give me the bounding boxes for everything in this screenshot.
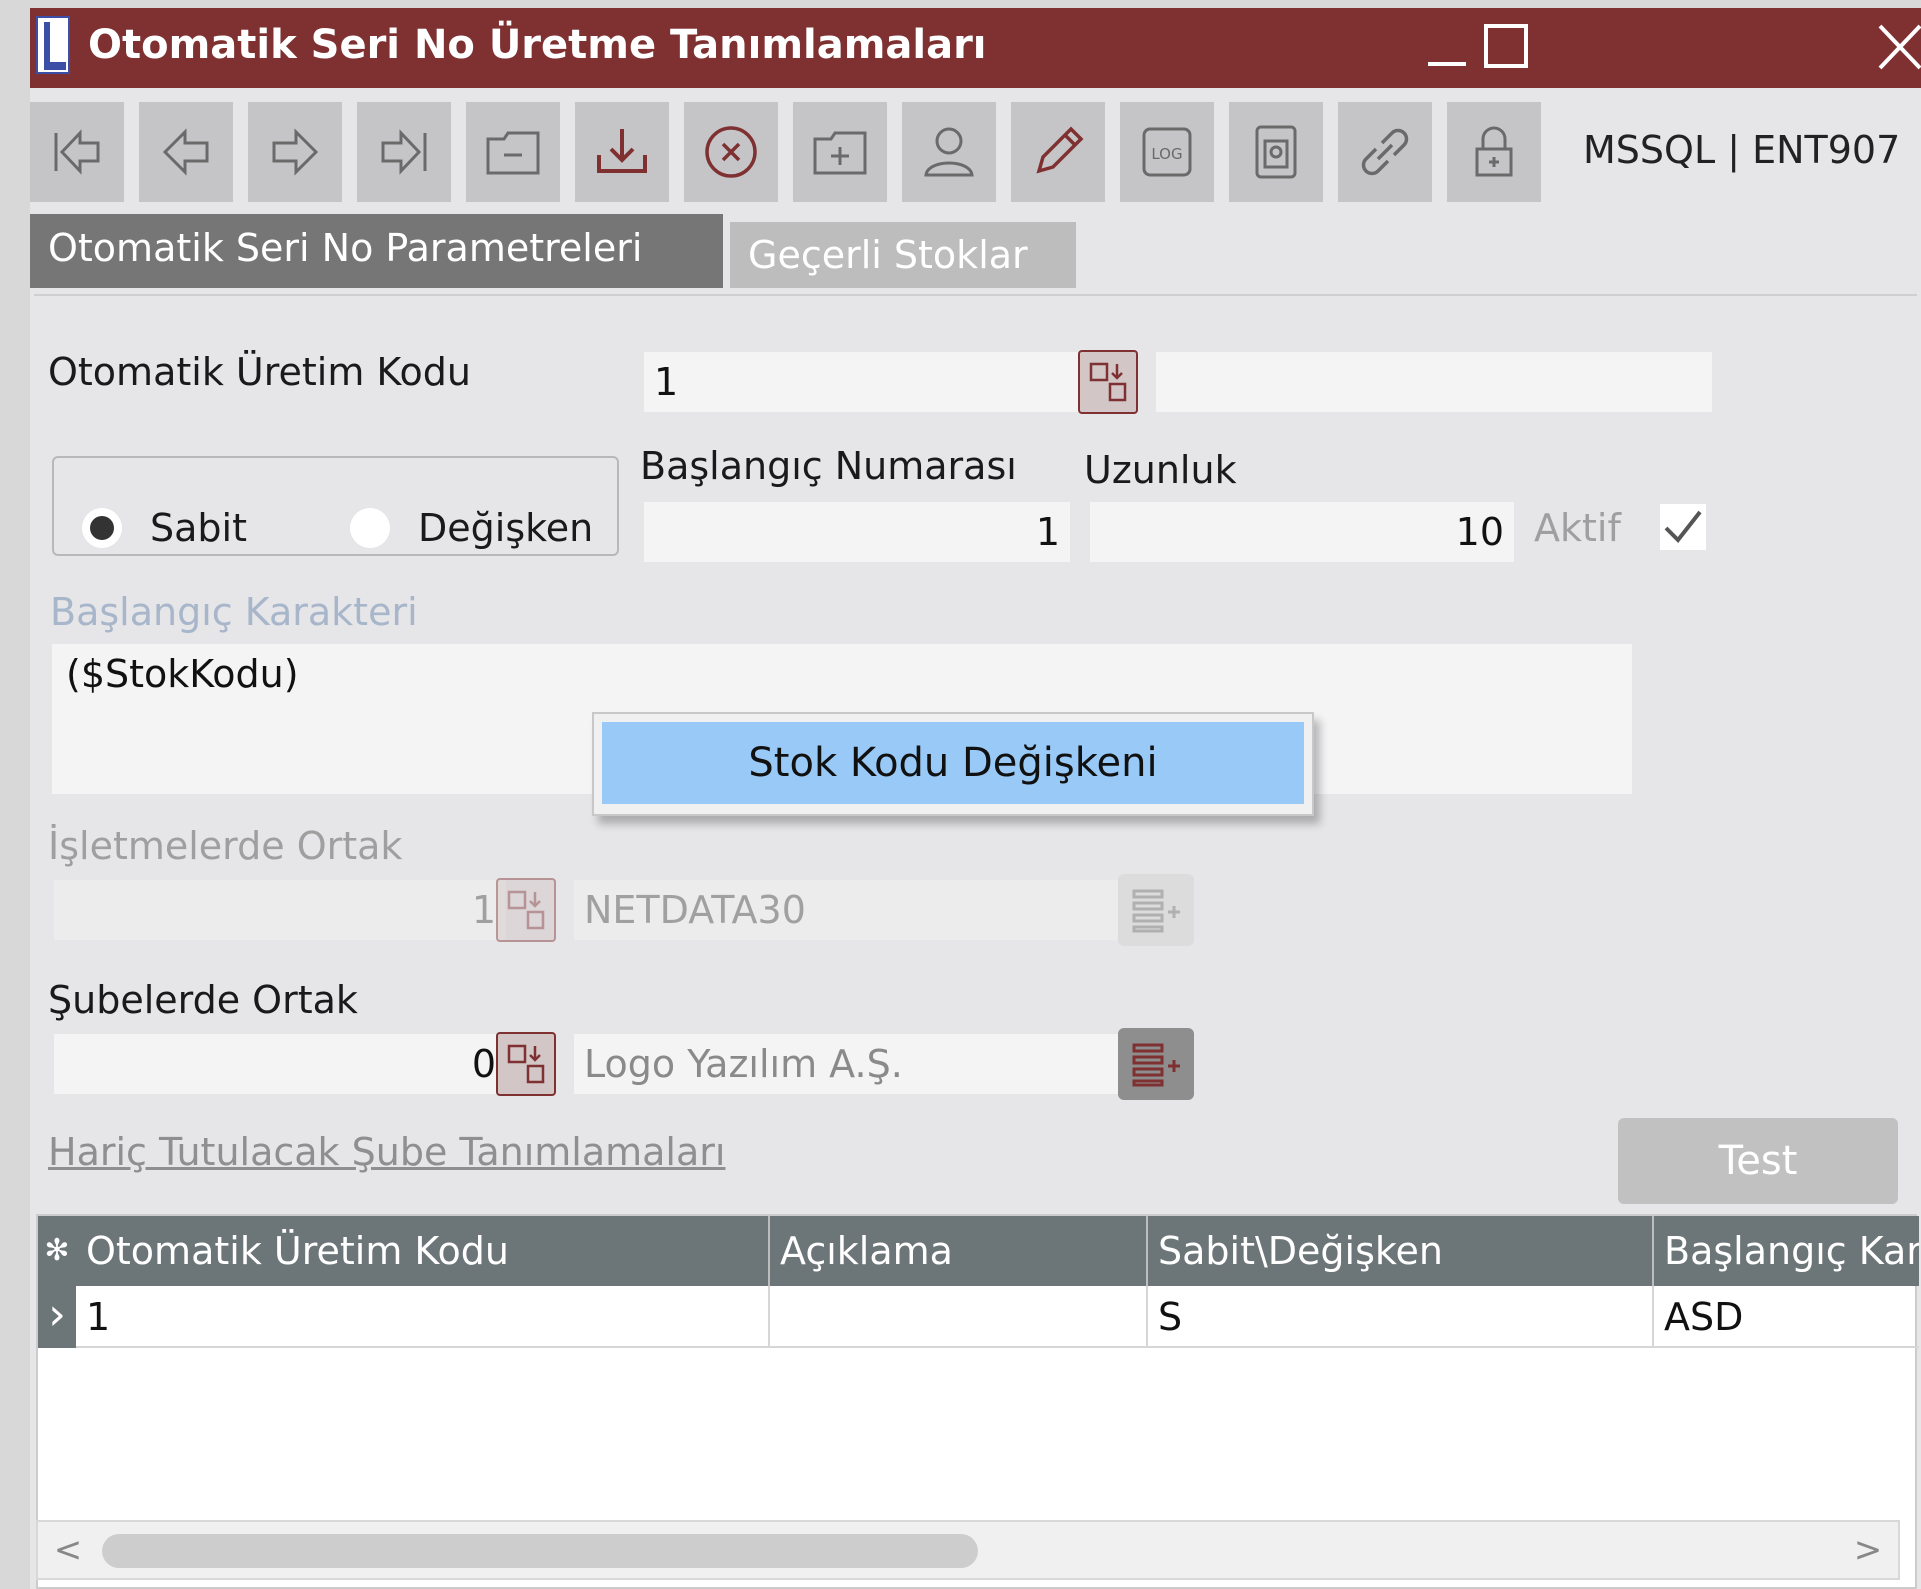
radio-degisken[interactable] — [350, 508, 390, 548]
uzunluk-label: Uzunluk — [1084, 448, 1237, 492]
title-bar[interactable]: Otomatik Seri No Üretme Tanımlamaları — [30, 8, 1921, 88]
column-header-aciklama[interactable]: Açıklama — [770, 1216, 1148, 1286]
window-title: Otomatik Seri No Üretme Tanımlamaları — [88, 22, 987, 68]
uretim-kodu-description[interactable] — [1156, 352, 1712, 412]
uzunluk-input[interactable]: 10 — [1090, 502, 1514, 562]
previous-record-icon — [162, 128, 209, 176]
isletmelerde-ortak-label: İşletmelerde Ortak — [48, 824, 403, 868]
svg-text:LOG: LOG — [1151, 145, 1182, 163]
radio-degisken-label[interactable]: Değişken — [418, 506, 593, 550]
minimize-button[interactable] — [1422, 16, 1472, 76]
column-header-uretim-kodu[interactable]: Otomatik Üretim Kodu — [76, 1216, 770, 1286]
save-button[interactable] — [575, 102, 669, 202]
next-record-button[interactable] — [248, 102, 342, 202]
link-button[interactable] — [1338, 102, 1432, 202]
scroll-right-arrow[interactable]: > — [1848, 1522, 1888, 1578]
new-record-icon — [486, 131, 540, 175]
subelerde-ortak-label: Şubelerde Ortak — [48, 978, 358, 1022]
radio-sabit[interactable] — [82, 508, 122, 548]
log-icon: LOG — [1142, 127, 1192, 177]
column-header-baslangic-karakteri[interactable]: Başlangıç Karakteri — [1654, 1216, 1919, 1286]
column-header-sabit-degisken[interactable]: Sabit\Değişken — [1148, 1216, 1654, 1286]
first-record-button[interactable] — [30, 102, 124, 202]
previous-record-button[interactable] — [139, 102, 233, 202]
add-folder-button[interactable] — [793, 102, 887, 202]
uretim-kodu-input[interactable]: 1 — [644, 352, 1088, 412]
new-row-marker: ✻ — [44, 1233, 70, 1268]
isletme-no-input[interactable]: 1 — [54, 880, 506, 940]
lookup-icon — [1089, 362, 1127, 402]
first-record-icon — [54, 129, 100, 175]
lock-button[interactable] — [1447, 102, 1541, 202]
horizontal-scrollbar[interactable]: < > — [36, 1520, 1900, 1580]
radio-sabit-label[interactable]: Sabit — [150, 506, 247, 550]
save-icon — [597, 129, 647, 173]
aktif-label: Aktif — [1534, 506, 1621, 550]
user-icon — [924, 127, 974, 177]
delete-button[interactable] — [684, 102, 778, 202]
tab-gecerli-stoklar[interactable]: Geçerli Stoklar — [730, 222, 1076, 288]
sube-no-input[interactable]: 0 — [54, 1034, 506, 1094]
baslangic-numarasi-input[interactable]: 1 — [644, 502, 1070, 562]
scroll-left-arrow[interactable]: < — [48, 1522, 88, 1578]
scrollbar-thumb[interactable] — [102, 1534, 978, 1568]
table-cell[interactable]: 1 — [76, 1286, 770, 1348]
edit-icon — [1036, 126, 1084, 174]
uretim-kodu-label: Otomatik Üretim Kodu — [48, 350, 471, 394]
aktif-checkbox[interactable] — [1660, 504, 1706, 550]
close-icon — [1878, 24, 1921, 70]
baslangic-karakteri-label: Başlangıç Karakteri — [50, 590, 418, 634]
sube-name-input[interactable]: Logo Yazılım A.Ş. — [574, 1034, 1132, 1094]
lock-icon — [1475, 126, 1513, 177]
list-add-icon — [1132, 889, 1180, 933]
minimize-icon — [1428, 62, 1466, 66]
app-window: Otomatik Seri No Üretme Tanımlamaları LO… — [30, 8, 1921, 1589]
maximize-button[interactable] — [1482, 16, 1532, 76]
uretim-kodu-lookup-button[interactable] — [1078, 350, 1138, 414]
last-record-button[interactable] — [357, 102, 451, 202]
test-button[interactable]: Test — [1618, 1118, 1898, 1204]
close-button[interactable] — [1876, 16, 1921, 76]
checkmark-icon — [1664, 510, 1702, 544]
add-folder-icon — [813, 131, 867, 175]
document-button[interactable] — [1229, 102, 1323, 202]
lookup-icon — [507, 890, 545, 930]
radio-sabit-dot — [90, 516, 114, 540]
sube-lookup-button[interactable] — [496, 1032, 556, 1096]
haric-sube-link[interactable]: Hariç Tutulacak Şube Tanımlamaları — [48, 1130, 725, 1174]
new-record-button[interactable] — [466, 102, 560, 202]
log-button[interactable]: LOG — [1120, 102, 1214, 202]
logo-icon — [36, 16, 70, 74]
delete-icon — [705, 126, 757, 178]
table-cell[interactable]: ASD — [1654, 1286, 1919, 1348]
isletme-lookup-button[interactable] — [496, 878, 556, 942]
user-button[interactable] — [902, 102, 996, 202]
table-cell[interactable]: S — [1148, 1286, 1654, 1348]
isletme-name-input[interactable]: NETDATA30 — [574, 880, 1132, 940]
baslangic-numarasi-label: Başlangıç Numarası — [640, 444, 1017, 488]
lookup-icon — [507, 1044, 545, 1084]
table-cell[interactable] — [770, 1286, 1148, 1348]
last-record-icon — [381, 129, 427, 175]
tab-parametreler[interactable]: Otomatik Seri No Parametreleri — [30, 214, 723, 288]
context-menu: Stok Kodu Değişkeni — [592, 712, 1314, 816]
next-record-icon — [272, 128, 319, 176]
isletme-list-button[interactable] — [1118, 874, 1194, 946]
list-add-icon — [1132, 1043, 1180, 1087]
menu-item-stok-kodu-degiskeni[interactable]: Stok Kodu Değişkeni — [602, 722, 1304, 804]
maximize-icon — [1484, 24, 1528, 68]
link-icon — [1361, 128, 1409, 176]
edit-button[interactable] — [1011, 102, 1105, 202]
document-icon — [1255, 125, 1297, 179]
current-row-marker: › — [48, 1289, 66, 1340]
sube-list-button[interactable] — [1118, 1028, 1194, 1100]
server-info: MSSQL | ENT907 — [1583, 128, 1901, 172]
